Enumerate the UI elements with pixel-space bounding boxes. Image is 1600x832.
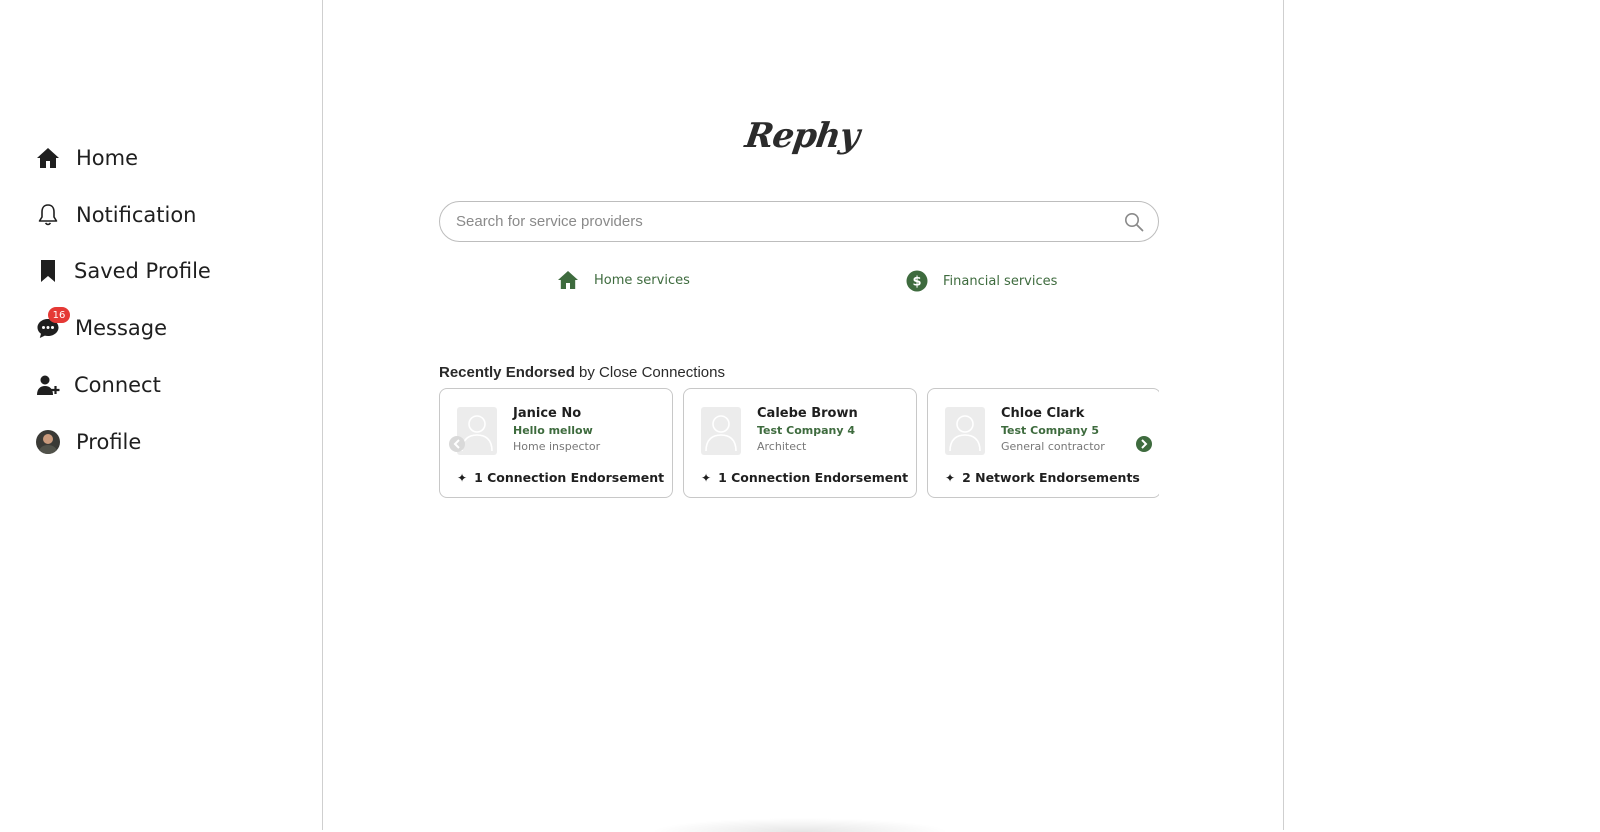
sidebar-item-label: Saved Profile xyxy=(74,259,211,283)
provider-role: Architect xyxy=(757,440,807,453)
category-home-services[interactable]: Home services xyxy=(557,270,690,290)
profile-placeholder-icon xyxy=(701,407,741,455)
search-icon[interactable] xyxy=(1124,212,1144,232)
bookmark-icon xyxy=(36,259,60,283)
title-bold: Recently Endorsed xyxy=(439,364,575,381)
sidebar-item-message[interactable]: 16 Message xyxy=(36,307,168,348)
sidebar-item-label: Profile xyxy=(76,430,142,454)
chevron-left-icon xyxy=(453,439,461,449)
bell-icon xyxy=(36,203,60,227)
chevron-right-icon xyxy=(1140,439,1148,449)
avatar-wrapper xyxy=(36,430,60,454)
sidebar-item-home[interactable]: Home xyxy=(36,138,138,178)
endorsement-count: ✦ 1 Connection Endorsement xyxy=(457,470,664,485)
endorsement-count: ✦ 1 Connection Endorsement xyxy=(701,470,908,485)
endorsement-text: 1 Connection Endorsement xyxy=(718,470,909,485)
svg-text:$: $ xyxy=(912,275,921,290)
provider-card[interactable]: Calebe Brown Test Company 4 Architect ✦ … xyxy=(683,388,917,498)
dollar-circle-icon: $ xyxy=(906,270,928,292)
profile-placeholder-icon xyxy=(945,407,985,455)
chat-icon: 16 xyxy=(36,307,70,340)
provider-company: Test Company 5 xyxy=(1001,424,1100,437)
endorsement-text: 2 Network Endorsements xyxy=(962,470,1140,485)
sparkle-icon: ✦ xyxy=(945,470,956,485)
provider-card[interactable]: Janice No Hello mellow Home inspector ✦ … xyxy=(439,388,673,498)
sidebar-item-label: Notification xyxy=(76,203,197,227)
sidebar-item-label: Message xyxy=(75,316,168,340)
provider-role: General contractor xyxy=(1001,440,1105,453)
sidebar-item-saved-profile[interactable]: Saved Profile xyxy=(36,251,211,291)
provider-name: Janice No xyxy=(513,406,582,421)
provider-company: Hello mellow xyxy=(513,424,593,437)
sidebar-item-profile[interactable]: Profile xyxy=(36,422,141,462)
provider-card[interactable]: Chloe Clark Test Company 5 General contr… xyxy=(927,388,1159,498)
endorsement-text: 1 Connection Endorsement xyxy=(474,470,665,485)
category-financial-services[interactable]: $ Financial services xyxy=(906,270,1057,292)
category-label: Financial services xyxy=(943,273,1058,289)
home-icon xyxy=(36,146,60,170)
house-icon xyxy=(557,270,579,290)
carousel-next-button[interactable] xyxy=(1136,436,1152,452)
brand-logo: Rephy xyxy=(742,116,862,156)
sidebar-item-connect[interactable]: Connect xyxy=(36,365,161,405)
sidebar: Home Notification Saved Profile 16 Messa… xyxy=(0,0,322,830)
sparkle-icon: ✦ xyxy=(701,470,712,485)
sidebar-item-notification[interactable]: Notification xyxy=(36,195,197,235)
recently-endorsed-title: Recently Endorsed by Close Connections xyxy=(439,364,725,381)
provider-role: Home inspector xyxy=(513,440,601,453)
right-divider xyxy=(1283,0,1284,830)
add-user-icon xyxy=(36,373,60,397)
provider-name: Chloe Clark xyxy=(1001,406,1085,421)
provider-company: Test Company 4 xyxy=(757,424,856,437)
provider-name: Calebe Brown xyxy=(757,406,858,421)
message-count-badge: 16 xyxy=(48,307,70,323)
sidebar-item-label: Home xyxy=(76,146,139,170)
sparkle-icon: ✦ xyxy=(457,470,468,485)
category-label: Home services xyxy=(594,272,690,288)
search-input[interactable] xyxy=(454,212,1124,231)
search-bar xyxy=(439,201,1159,242)
sidebar-item-label: Connect xyxy=(74,373,161,397)
left-divider xyxy=(322,0,323,830)
endorsed-carousel: Janice No Hello mellow Home inspector ✦ … xyxy=(439,388,1159,500)
title-rest: by Close Connections xyxy=(574,364,725,381)
carousel-prev-button[interactable] xyxy=(449,436,465,452)
avatar xyxy=(36,430,60,454)
endorsement-count: ✦ 2 Network Endorsements xyxy=(945,470,1140,485)
